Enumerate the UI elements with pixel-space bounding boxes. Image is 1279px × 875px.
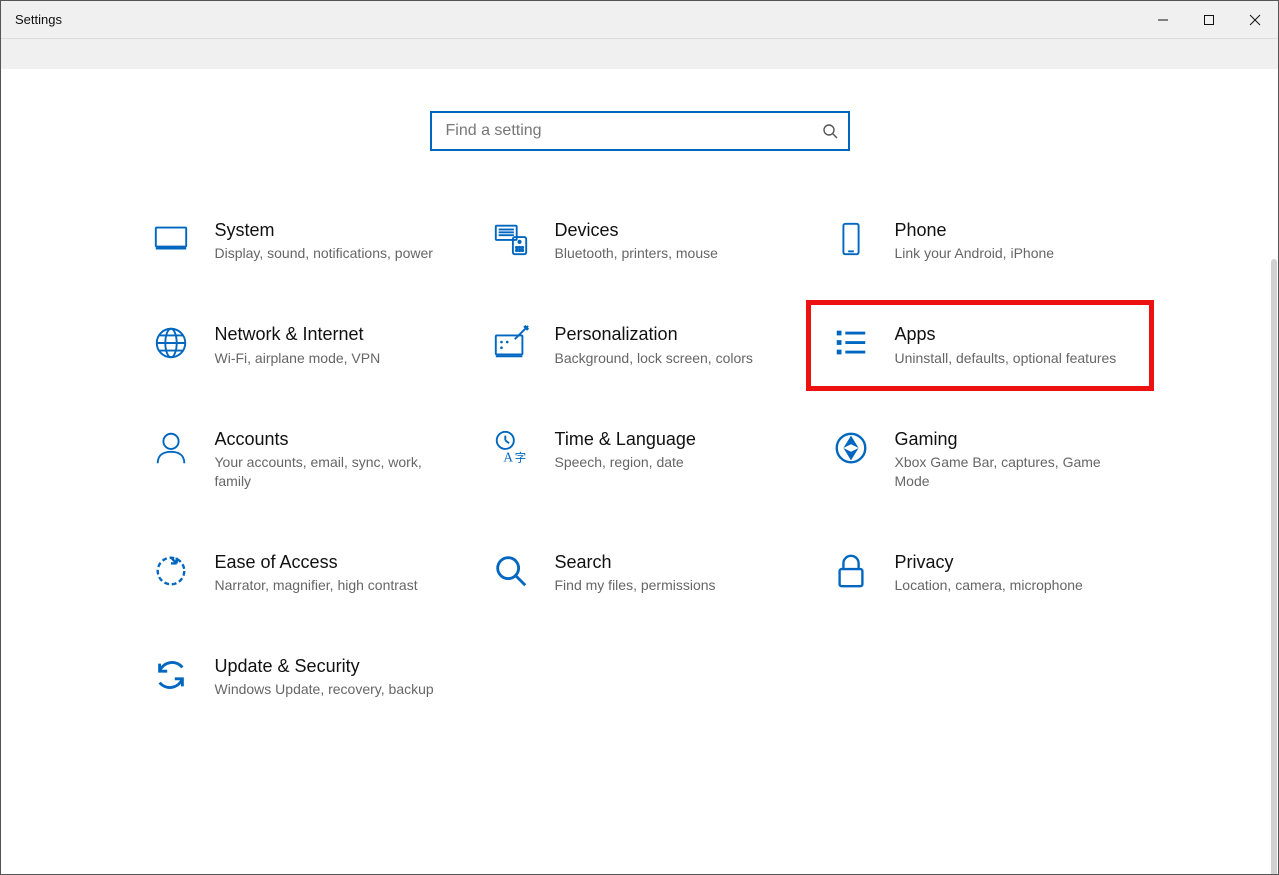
phone-icon xyxy=(831,219,871,259)
time-language-icon: A字 xyxy=(491,428,531,468)
item-title: System xyxy=(215,219,449,242)
settings-item-time-language[interactable]: A字 Time & Language Speech, region, date xyxy=(485,424,795,495)
ease-of-access-icon xyxy=(151,551,191,591)
search-icon xyxy=(822,123,838,139)
window-controls xyxy=(1140,1,1278,38)
item-desc: Wi-Fi, airplane mode, VPN xyxy=(215,349,449,368)
item-desc: Link your Android, iPhone xyxy=(895,244,1129,263)
personalization-icon xyxy=(491,323,531,363)
settings-item-update-security[interactable]: Update & Security Windows Update, recover… xyxy=(145,651,455,703)
item-title: Network & Internet xyxy=(215,323,449,346)
svg-text:A: A xyxy=(503,449,513,464)
item-desc: Find my files, permissions xyxy=(555,576,789,595)
globe-icon xyxy=(151,323,191,363)
settings-item-ease-of-access[interactable]: Ease of Access Narrator, magnifier, high … xyxy=(145,547,455,599)
item-desc: Narrator, magnifier, high contrast xyxy=(215,576,449,595)
item-title: Apps xyxy=(895,323,1129,346)
item-desc: Bluetooth, printers, mouse xyxy=(555,244,789,263)
settings-item-network-internet[interactable]: Network & Internet Wi-Fi, airplane mode, … xyxy=(145,319,455,371)
settings-grid: System Display, sound, notifications, pow… xyxy=(130,191,1150,703)
search-icon xyxy=(491,551,531,591)
settings-item-accounts[interactable]: AccountsYour accounts, email, sync, work… xyxy=(145,424,455,495)
gaming-icon xyxy=(831,428,871,468)
settings-item-phone[interactable]: Phone Link your Android, iPhone xyxy=(825,215,1135,267)
devices-icon xyxy=(491,219,531,259)
close-button[interactable] xyxy=(1232,1,1278,38)
item-title: Privacy xyxy=(895,551,1129,574)
item-desc: Your accounts, email, sync, work, family xyxy=(215,453,449,491)
scrollbar[interactable] xyxy=(1271,259,1277,874)
content-area: System Display, sound, notifications, pow… xyxy=(1,69,1278,874)
apps-icon xyxy=(831,323,871,363)
item-desc: Windows Update, recovery, backup xyxy=(215,680,449,699)
settings-item-privacy[interactable]: Privacy Location, camera, microphone xyxy=(825,547,1135,599)
settings-item-personalization[interactable]: Personalization Background, lock screen, … xyxy=(485,319,795,371)
item-title: Ease of Access xyxy=(215,551,449,574)
monitor-icon xyxy=(151,219,191,259)
svg-text:字: 字 xyxy=(514,450,525,464)
settings-item-search[interactable]: Search Find my files, permissions xyxy=(485,547,795,599)
settings-item-apps[interactable]: Apps Uninstall, defaults, optional featur… xyxy=(825,319,1135,371)
item-desc: Xbox Game Bar, captures, Game Mode xyxy=(895,453,1129,491)
item-desc: Speech, region, date xyxy=(555,453,789,472)
item-title: Personalization xyxy=(555,323,789,346)
settings-item-devices[interactable]: Devices Bluetooth, printers, mouse xyxy=(485,215,795,267)
item-title: Devices xyxy=(555,219,789,242)
item-title: Gaming xyxy=(895,428,1129,451)
settings-item-system[interactable]: System Display, sound, notifications, pow… xyxy=(145,215,455,267)
search-wrap xyxy=(1,69,1278,191)
item-title: Time & Language xyxy=(555,428,789,451)
accounts-icon xyxy=(151,428,191,468)
search-box[interactable] xyxy=(430,111,850,151)
item-title: Accounts xyxy=(215,428,449,451)
item-title: Search xyxy=(555,551,789,574)
minimize-button[interactable] xyxy=(1140,1,1186,38)
titlebar: Settings xyxy=(1,1,1278,39)
item-title: Update & Security xyxy=(215,655,449,678)
item-desc: Location, camera, microphone xyxy=(895,576,1129,595)
item-desc: Background, lock screen, colors xyxy=(555,349,789,368)
sub-header xyxy=(1,39,1278,69)
privacy-icon xyxy=(831,551,871,591)
search-input[interactable] xyxy=(446,122,822,140)
item-title: Phone xyxy=(895,219,1129,242)
item-desc: Display, sound, notifications, power xyxy=(215,244,449,263)
settings-item-gaming[interactable]: GamingXbox Game Bar, captures, Game Mode xyxy=(825,424,1135,495)
maximize-button[interactable] xyxy=(1186,1,1232,38)
item-desc: Uninstall, defaults, optional features xyxy=(895,349,1129,368)
window-title: Settings xyxy=(15,12,62,27)
update-icon xyxy=(151,655,191,695)
